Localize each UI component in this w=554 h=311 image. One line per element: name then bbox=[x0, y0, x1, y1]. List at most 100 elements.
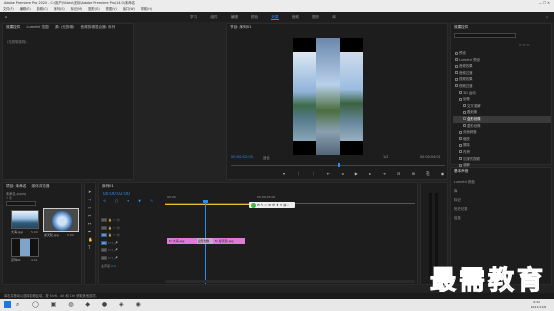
tab-lumetri-scopes[interactable]: Lumetri 范围 bbox=[27, 25, 49, 29]
tree-item-page-peel[interactable]: 页面剥落 bbox=[453, 129, 551, 136]
effects-panel: 效果控件 ▭ ▭ ▭ 预设 Lumetri 预设 音频效果 音频过渡 视频效果 … bbox=[450, 23, 552, 174]
tab-audio-mixer[interactable]: 音频剪辑混合器: 序列 bbox=[81, 25, 116, 29]
tree-item-presets[interactable]: 预设 bbox=[453, 50, 551, 57]
tools-panel: ➤ ⇥ ⇿ ✂ ↔ ✒ ✋ T bbox=[84, 182, 96, 285]
program-timecode[interactable]: 00:00:02:00 bbox=[231, 155, 253, 159]
menu-edit[interactable]: 编辑(E) bbox=[20, 7, 31, 11]
clip-thumb-sequence[interactable] bbox=[11, 238, 39, 257]
panel-markers[interactable]: 标记 bbox=[454, 196, 475, 205]
tab-project[interactable]: 项目: 未命名 bbox=[6, 184, 26, 188]
timeline-tab[interactable]: 序列01 bbox=[102, 184, 114, 188]
playhead-marker[interactable] bbox=[338, 163, 340, 167]
tree-item-iris-diamond[interactable]: 菱形划像 bbox=[453, 123, 551, 130]
menu-graphics[interactable]: 图形(G) bbox=[88, 7, 99, 11]
effects-search-input[interactable] bbox=[454, 33, 516, 38]
home-icon[interactable]: ⌂ bbox=[5, 12, 7, 22]
effects-title[interactable]: 效果控件 bbox=[454, 25, 468, 29]
track-v1[interactable]: V1 🔒 ▭ 👁 bbox=[101, 232, 163, 240]
source-panel: 效果控件 Lumetri 范围 源: (无剪辑) 音频剪辑混合器: 序列 (无剪… bbox=[2, 23, 134, 180]
tree-item-video-transitions[interactable]: 视频过渡 bbox=[453, 83, 551, 90]
hand-tool-icon[interactable]: ✋ bbox=[88, 236, 93, 244]
tab-source[interactable]: 源: (无剪辑) bbox=[55, 25, 75, 29]
track-v2[interactable]: V2 🔒 ▭ 👁 bbox=[101, 225, 163, 233]
tree-item-immersive[interactable]: 沉浸式视频 bbox=[453, 156, 551, 163]
timeline-tool-icons[interactable]: ⟲ ⋂ ▾ ▼ ✎ bbox=[103, 199, 157, 203]
menu-help[interactable]: 帮助(H) bbox=[141, 7, 152, 11]
menu-marker[interactable]: 标记(M) bbox=[71, 7, 83, 11]
tab-media-browser[interactable]: 媒体浏览器 bbox=[31, 184, 49, 188]
project-panel: 项目: 未命名 媒体浏览器 未命名.prproj 3 项 大海.jpg 5:00… bbox=[2, 182, 82, 285]
clip-v1-ferris[interactable]: fx 摩天轮.jpg bbox=[213, 238, 245, 244]
panel-info[interactable]: 信息 bbox=[454, 214, 475, 223]
tree-item-audio-transitions[interactable]: 音频过渡 bbox=[453, 70, 551, 77]
tree-item-wipe[interactable]: 擦除 bbox=[453, 142, 551, 149]
menu-view[interactable]: 视图(V) bbox=[106, 7, 117, 11]
track-a1[interactable]: A1 M S 🎤 bbox=[101, 240, 163, 248]
tree-item-iris-round[interactable]: 圆划像 bbox=[453, 109, 551, 116]
type-tool-icon[interactable]: T bbox=[88, 244, 93, 252]
workspace-learn[interactable]: 学习 bbox=[190, 15, 197, 19]
taskbar-app-icons[interactable]: ◯ ▣ ◍ ◆ ● ◈ ◉ bbox=[32, 301, 146, 308]
effects-new-bin-icons[interactable]: ▭ ▭ ▭ bbox=[519, 43, 549, 47]
panel-libraries[interactable]: 库 bbox=[454, 187, 475, 196]
menu-window[interactable]: 窗口(W) bbox=[123, 7, 135, 11]
pen-tool-icon[interactable]: ✒ bbox=[88, 228, 93, 236]
taskbar-date: 2021/11/8 bbox=[530, 305, 546, 309]
tab-effect-controls[interactable]: 效果控件 bbox=[6, 25, 20, 29]
workspace-color[interactable]: 颜色 bbox=[251, 15, 258, 19]
clip-thumb-ferris[interactable] bbox=[43, 208, 79, 232]
menu-file[interactable]: 文件(F) bbox=[3, 7, 14, 11]
tree-item-lumetri-presets[interactable]: Lumetri 预设 bbox=[453, 57, 551, 64]
work-area-bar[interactable] bbox=[165, 204, 251, 205]
workspace-effects[interactable]: 效果 bbox=[271, 15, 279, 20]
status-text: 单击并拖动以选择剪辑区域。按 Shift、Alt 和 Ctrl 获取其他选项。 bbox=[4, 294, 99, 298]
track-select-icon[interactable]: ⇥ bbox=[88, 196, 93, 204]
workspace-edit[interactable]: 编辑 bbox=[231, 15, 238, 19]
workspace-graphics[interactable]: 图形 bbox=[312, 15, 319, 19]
selection-tool-icon[interactable]: ➤ bbox=[88, 188, 93, 196]
tree-item-3d-motion[interactable]: 3D 运动 bbox=[453, 90, 551, 97]
resolution-dropdown[interactable]: 1/2 bbox=[383, 155, 388, 159]
slip-tool-icon[interactable]: ↔ bbox=[88, 220, 93, 228]
track-master[interactable]: 主声道 0.0 bbox=[101, 263, 163, 271]
tree-item-zoom[interactable]: 缩放 bbox=[453, 136, 551, 143]
track-a2[interactable]: A2 M S 🎤 bbox=[101, 247, 163, 255]
tree-item-cross-dissolve[interactable]: 交叉溶解 bbox=[453, 103, 551, 110]
source-panel-tabs: 效果控件 Lumetri 范围 源: (无剪辑) 音频剪辑混合器: 序列 bbox=[3, 24, 133, 31]
floating-green-icon[interactable] bbox=[251, 202, 256, 208]
panel-history[interactable]: 历史记录 bbox=[454, 205, 475, 214]
tree-item-audio-effects[interactable]: 音频效果 bbox=[453, 63, 551, 70]
panel-lumetri-color[interactable]: Lumetri 颜色 bbox=[454, 178, 475, 187]
timeline-floating-toolbar[interactable]: ⊟ ✎ ▭ ⊕ ⚙ ⬆ ✕ ▤ ⌕ bbox=[249, 202, 295, 208]
tree-item-video-effects[interactable]: 视频效果 bbox=[453, 76, 551, 83]
timeline-panel: 序列01 00:00:02:00 ⟲ ⋂ ▾ ▼ ✎ 00:00 00:00:0… bbox=[98, 182, 418, 285]
effects-tree: 预设 Lumetri 预设 音频效果 音频过渡 视频效果 视频过渡 3D 运动 … bbox=[453, 50, 551, 175]
tree-item-iris[interactable]: 划像 bbox=[453, 96, 551, 103]
menu-sequence[interactable]: 序列(S) bbox=[54, 7, 65, 11]
workspace-assembly[interactable]: 组件 bbox=[210, 15, 217, 19]
razor-tool-icon[interactable]: ✂ bbox=[88, 212, 93, 220]
workspace-audio[interactable]: 音频 bbox=[292, 15, 299, 19]
track-a3[interactable]: A3 M S 🎤 bbox=[101, 255, 163, 263]
project-search-input[interactable] bbox=[6, 201, 36, 206]
clip-thumb-sea[interactable] bbox=[11, 210, 39, 229]
menu-clip[interactable]: 剪辑(C) bbox=[37, 7, 48, 11]
transition-iris-box[interactable]: 盒形划像 bbox=[197, 238, 213, 244]
essential-sound-title[interactable]: 基本声音 bbox=[454, 169, 468, 173]
start-icon[interactable] bbox=[4, 301, 11, 308]
track-v3[interactable]: V3 🔒 ▭ 👁 bbox=[101, 217, 163, 225]
fit-dropdown[interactable]: 适合 bbox=[263, 155, 270, 160]
timeline-scrollbar[interactable] bbox=[165, 280, 415, 283]
playhead-head[interactable] bbox=[203, 200, 208, 203]
video-right-image bbox=[340, 52, 363, 141]
program-title[interactable]: 节目: 序列01 bbox=[230, 25, 251, 29]
watermark: 最需教育 bbox=[430, 266, 547, 297]
transport-controls[interactable]: ▾ ｜ ｜ ⇤ ◂ ▶ ▸ ⇥ ⊟ ⊞ ⎘ ◉ ＋ bbox=[283, 171, 464, 177]
timeline-timecode[interactable]: 00:00:02:00 bbox=[103, 192, 130, 197]
workspace-libraries[interactable]: 库 bbox=[332, 15, 336, 19]
tree-item-slide[interactable]: 内滑 bbox=[453, 149, 551, 156]
ripple-edit-icon[interactable]: ⇿ bbox=[88, 204, 93, 212]
search-icon[interactable]: ⌕ bbox=[546, 12, 548, 22]
tree-item-iris-box[interactable]: 盒形划像 bbox=[453, 115, 551, 123]
taskbar-search-icon[interactable]: ⌕ bbox=[16, 301, 19, 309]
